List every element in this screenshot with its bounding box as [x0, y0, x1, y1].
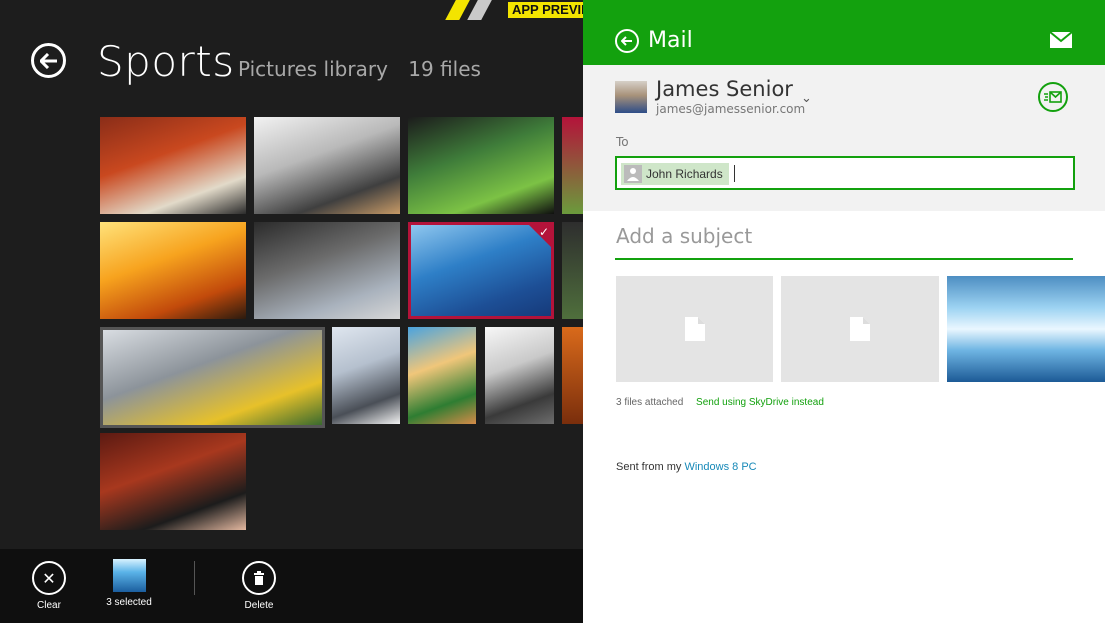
selection-indicator[interactable]: 3 selected	[99, 559, 159, 608]
subject-underline	[615, 258, 1073, 260]
to-label: To	[616, 135, 629, 149]
sender-email: james@jamessenior.com	[656, 102, 806, 116]
attachment-tile[interactable]	[781, 276, 939, 382]
app-bar: ✕ Clear 3 selected Delete	[0, 549, 583, 623]
back-arrow-icon	[621, 36, 632, 46]
photo-thumbnail-capitol-steps[interactable]	[332, 327, 400, 424]
clear-button[interactable]: ✕ Clear	[19, 561, 79, 611]
signature: Sent from my Windows 8 PC	[616, 461, 757, 473]
photos-app: APP PREVIEW Sports Pictures library 19 f…	[0, 0, 583, 623]
mail-back-button[interactable]	[615, 29, 639, 53]
photo-thumbnail-handshake[interactable]	[485, 327, 554, 424]
to-field[interactable]: John Richards	[615, 156, 1075, 190]
attachments-info: 3 files attached Send using SkyDrive ins…	[616, 397, 824, 408]
skydrive-link[interactable]: Send using SkyDrive instead	[696, 397, 824, 408]
envelope-icon	[1049, 31, 1073, 52]
clear-label: Clear	[37, 600, 61, 611]
file-icon	[684, 317, 705, 341]
mail-header: Mail	[583, 0, 1105, 65]
library-location: Pictures library	[238, 57, 388, 81]
delete-label: Delete	[244, 600, 274, 611]
photo-thumbnail-stadium-partial[interactable]	[562, 222, 583, 319]
back-button[interactable]	[31, 43, 66, 78]
send-icon	[1044, 91, 1062, 103]
photo-thumbnail-orange-partial[interactable]	[562, 327, 583, 424]
page-subtitle: Pictures library 19 files	[238, 57, 495, 81]
recipient-name: John Richards	[646, 167, 723, 181]
mail-title: Mail	[648, 28, 693, 53]
photo-thumbnail-soccer-bicycle-kick[interactable]	[100, 327, 325, 428]
contact-icon	[624, 165, 642, 183]
send-button[interactable]	[1038, 82, 1068, 112]
photo-thumbnail-football-partial[interactable]	[562, 117, 583, 214]
photo-thumbnail-archer-sunset[interactable]	[100, 222, 246, 319]
subject-input[interactable]: Add a subject	[616, 224, 752, 248]
file-icon	[850, 317, 870, 341]
photo-thumbnail-stadium-crowd[interactable]	[408, 117, 554, 214]
banner-stripe	[464, 0, 494, 20]
attachment-image-pool[interactable]	[947, 276, 1105, 382]
appbar-separator	[194, 561, 195, 595]
sender-name: James Senior	[656, 77, 793, 101]
recipient-chip[interactable]: John Richards	[621, 163, 729, 185]
sender-avatar	[615, 81, 647, 113]
banner-label: APP PREVIEW	[508, 2, 583, 18]
selected-thumbnail	[112, 559, 146, 592]
photo-thumbnail-camera-operator[interactable]	[254, 222, 400, 319]
mail-pane: Mail James Senior james@jamessenior.com …	[583, 0, 1105, 623]
trash-icon	[242, 561, 276, 595]
signature-link[interactable]: Windows 8 PC	[684, 461, 756, 473]
delete-button[interactable]: Delete	[229, 561, 289, 611]
from-area: James Senior james@jamessenior.com ⌄ To …	[583, 65, 1105, 211]
photo-thumbnail-tennis-player[interactable]	[408, 327, 476, 424]
selected-count-label: 3 selected	[106, 597, 152, 608]
attachment-tile[interactable]	[616, 276, 773, 382]
app-preview-banner: APP PREVIEW	[440, 0, 583, 20]
photo-thumbnail-speaker-podium[interactable]	[100, 433, 246, 530]
files-attached-count: 3 files attached	[616, 397, 684, 408]
clear-icon: ✕	[32, 561, 66, 595]
selected-check-icon: ✓	[529, 225, 551, 247]
account-chevron-icon[interactable]: ⌄	[801, 91, 812, 106]
signature-prefix: Sent from my	[616, 461, 682, 473]
back-arrow-icon	[39, 52, 57, 69]
photo-thumbnail-swimmer[interactable]: ✓	[408, 222, 554, 319]
text-cursor	[734, 165, 735, 182]
photo-thumbnail-business-meeting[interactable]	[254, 117, 400, 214]
photo-thumbnail-track-runners[interactable]	[100, 117, 246, 214]
page-title: Sports	[97, 37, 235, 86]
file-count: 19 files	[408, 57, 481, 81]
